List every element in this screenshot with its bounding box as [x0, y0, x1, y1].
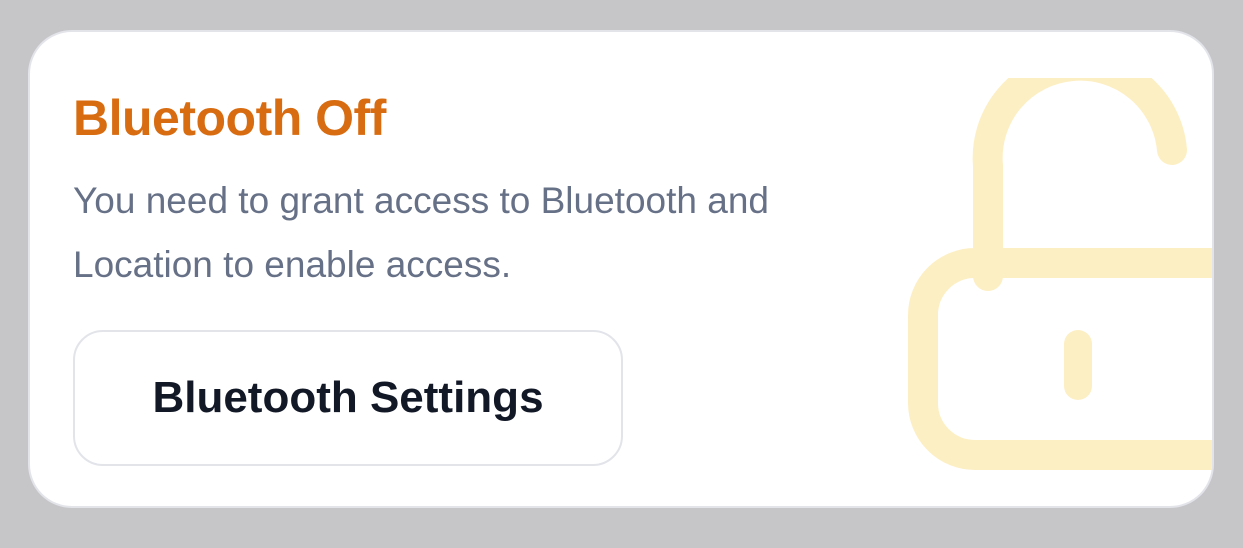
card-description: You need to grant access to Bluetooth an…: [73, 180, 769, 285]
bluetooth-settings-button[interactable]: Bluetooth Settings: [73, 330, 623, 466]
card-title: Bluetooth Off: [73, 90, 386, 146]
bluetooth-off-card: Bluetooth Off You need to grant access t…: [28, 30, 1214, 508]
unlocked-padlock-icon: [908, 78, 1212, 470]
